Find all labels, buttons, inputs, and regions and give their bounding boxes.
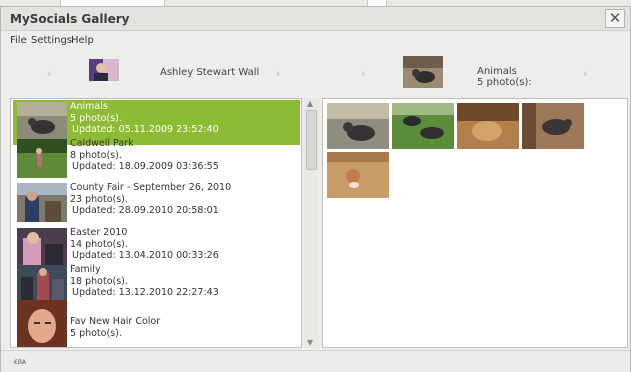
photo-thumbnail[interactable]	[522, 103, 584, 149]
album-cover	[403, 56, 443, 88]
chevron-right-icon[interactable]: ›	[583, 67, 587, 80]
album-header: ‹ Animals 5 photo(s): ›	[321, 56, 630, 96]
album-item-caldwell-park[interactable]: Caldwell Park 8 photo(s). Updated: 18.09…	[13, 137, 300, 182]
scroll-up-icon[interactable]: ▲	[307, 99, 313, 108]
photo-thumbnail[interactable]	[457, 103, 519, 149]
album-text: County Fair - September 26, 2010 23 phot…	[70, 182, 231, 217]
scrollbar-thumb[interactable]	[306, 110, 317, 170]
album-thumbnail	[17, 139, 67, 178]
album-title: County Fair - September 26, 2010	[70, 182, 232, 193]
album-count: 8 photo(s).	[70, 149, 122, 161]
album-text: Fav New Hair Color 5 photo(s).	[70, 316, 160, 339]
wall-owner-label: Ashley Stewart Wall	[160, 67, 260, 78]
album-list-scrollbar[interactable]: ▲ ▼	[304, 98, 319, 348]
album-title: Fav New Hair Color	[70, 316, 161, 327]
album-text: Caldwell Park 8 photo(s). Updated: 18.09…	[70, 138, 219, 173]
album-count: 5 photo(s).	[70, 112, 122, 124]
album-updated: Updated: 18.09.2009 03:36:55	[72, 161, 219, 172]
album-count: 23 photo(s).	[70, 193, 128, 205]
album-text: Easter 2010 14 photo(s). Updated: 13.04.…	[70, 227, 219, 262]
album-count: 14 photo(s).	[70, 238, 128, 250]
album-updated: Updated: 13.12.2010 22:27:43	[72, 287, 219, 298]
album-count: 5 photo(s):	[477, 77, 532, 88]
album-title: Caldwell Park	[70, 138, 134, 149]
title-bar: MySocials Gallery ✕	[1, 7, 630, 31]
scroll-down-icon[interactable]: ▼	[307, 338, 313, 347]
wall-avatar	[89, 59, 119, 81]
album-item-fav-new-hair-color[interactable]: Fav New Hair Color 5 photo(s).	[13, 299, 300, 347]
album-text: Animals 5 photo(s). Updated: 05.11.2009 …	[70, 101, 219, 136]
close-icon: ✕	[608, 9, 622, 27]
album-title: Family	[70, 264, 101, 275]
album-list: Animals 5 photo(s). Updated: 05.11.2009 …	[10, 98, 302, 348]
album-thumbnail	[17, 102, 67, 141]
album-thumbnail	[17, 228, 67, 267]
menu-file[interactable]: File	[10, 35, 27, 46]
close-button[interactable]: ✕	[605, 9, 625, 28]
album-title: Easter 2010	[70, 227, 128, 238]
album-updated: Updated: 28.09.2010 20:58:01	[72, 205, 219, 216]
status-text: €BA	[14, 359, 27, 366]
album-name: Animals	[477, 66, 517, 77]
menu-help[interactable]: Help	[71, 35, 94, 46]
chevron-left-icon[interactable]: ‹	[47, 67, 51, 80]
menu-bar: File Settings Help	[1, 32, 630, 50]
gallery-window: MySocials Gallery ✕ File Settings Help ‹…	[0, 6, 631, 372]
album-updated: Updated: 05.11.2009 23:52:40	[72, 124, 219, 135]
photo-thumbnail[interactable]	[392, 103, 454, 149]
photo-thumbnail[interactable]	[327, 103, 389, 149]
window-title: MySocials Gallery	[10, 12, 130, 26]
album-count: 5 photo(s).	[70, 327, 122, 339]
status-bar: €BA	[1, 350, 630, 372]
album-item-county-fair[interactable]: County Fair - September 26, 2010 23 phot…	[13, 181, 300, 226]
chevron-left-icon[interactable]: ‹	[361, 67, 365, 80]
chevron-right-icon[interactable]: ›	[276, 67, 280, 80]
photo-grid	[322, 98, 628, 348]
album-text: Family 18 photo(s). Updated: 13.12.2010 …	[70, 264, 219, 299]
wall-header: ‹ Ashley Stewart Wall ›	[1, 56, 311, 96]
album-title: Animals	[70, 101, 108, 112]
album-count: 18 photo(s).	[70, 275, 128, 287]
menu-settings[interactable]: Settings	[31, 35, 72, 46]
album-thumbnail	[17, 300, 67, 347]
album-thumbnail	[17, 183, 67, 222]
photo-thumbnail[interactable]	[327, 152, 389, 198]
album-updated: Updated: 13.04.2010 00:33:26	[72, 250, 219, 261]
